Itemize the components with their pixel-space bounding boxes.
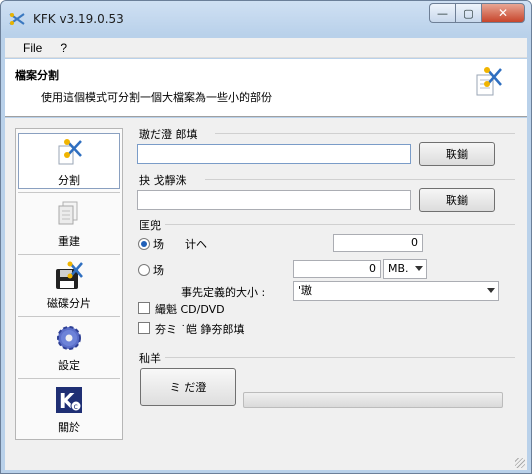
menu-file[interactable]: File bbox=[23, 41, 42, 55]
preset-size-select[interactable]: '璈 bbox=[293, 281, 499, 301]
chevron-down-icon bbox=[415, 266, 423, 271]
main-body: 分割 重建 磁碟分片 設定 K c 關於 璈だ澄 郎填 聅鎆 抉 戈靜洙 聅鎆 … bbox=[5, 118, 527, 452]
resize-grip-icon[interactable] bbox=[515, 458, 525, 468]
menu-help[interactable]: ? bbox=[60, 41, 67, 55]
group-divider bbox=[215, 133, 515, 134]
window-title: KFK v3.19.0.53 bbox=[33, 12, 124, 26]
sidebar-item-label: 重建 bbox=[58, 235, 80, 248]
destination-folder-label: 抉 戈靜洙 bbox=[139, 174, 187, 187]
gear-icon bbox=[57, 326, 81, 350]
size-unit-select[interactable]: MB. bbox=[383, 259, 427, 279]
split-by-size-label: 场 bbox=[153, 264, 164, 277]
split-by-count-radio[interactable] bbox=[138, 238, 150, 250]
page-title: 檔案分割 bbox=[15, 69, 59, 82]
scissors-app-icon bbox=[9, 13, 25, 25]
chevron-down-icon bbox=[487, 288, 495, 293]
maximize-button[interactable]: ▢ bbox=[455, 3, 481, 23]
browse-destination-button[interactable]: 聅鎆 bbox=[419, 188, 495, 212]
about-icon: K c bbox=[56, 387, 82, 413]
scissors-icon bbox=[58, 139, 82, 165]
sidebar-item-rebuild[interactable]: 重建 bbox=[18, 195, 120, 251]
cd-dvd-checkbox[interactable] bbox=[138, 302, 150, 314]
svg-text:c: c bbox=[74, 402, 78, 411]
split-by-count-label: 场 bbox=[153, 238, 164, 251]
menu-bar: File ? bbox=[5, 38, 527, 58]
status-bar bbox=[5, 452, 527, 470]
app-window: KFK v3.19.0.53 — ▢ ✕ File ? 檔案分割 使用這個模式可… bbox=[0, 0, 532, 474]
sidebar-item-split[interactable]: 分割 bbox=[18, 133, 120, 189]
run-group-label: 秈羊 bbox=[139, 352, 161, 365]
header-panel: 檔案分割 使用這個模式可分割一個大檔案為一些小的部份 bbox=[5, 59, 527, 117]
split-progress-bar bbox=[243, 392, 503, 408]
sidebar-item-label: 磁碟分片 bbox=[47, 297, 91, 310]
maximize-icon: ▢ bbox=[463, 6, 474, 20]
split-file-icon bbox=[476, 67, 502, 96]
sidebar-item-about[interactable]: K c 關於 bbox=[18, 381, 120, 437]
size-unit-value: MB. bbox=[388, 262, 409, 275]
sidebar-item-disk-split[interactable]: 磁碟分片 bbox=[18, 257, 120, 313]
part-size-input[interactable]: 0 bbox=[293, 260, 381, 278]
delete-original-checkbox[interactable] bbox=[138, 322, 150, 334]
sidebar-divider bbox=[18, 316, 120, 317]
delete-original-label: 夯ミ ˙皑 錚夯郎填 bbox=[155, 323, 245, 336]
source-file-label: 璈だ澄 郎填 bbox=[139, 128, 198, 141]
destination-folder-input[interactable] bbox=[137, 190, 411, 210]
sidebar-item-label: 分割 bbox=[58, 174, 80, 187]
group-divider bbox=[165, 224, 515, 225]
close-icon: ✕ bbox=[497, 6, 509, 20]
split-by-count-sublabel: 计ヘ bbox=[185, 238, 207, 251]
sidebar-item-settings[interactable]: 設定 bbox=[18, 319, 120, 375]
sidebar-divider bbox=[18, 192, 120, 193]
floppy-icon bbox=[56, 261, 83, 289]
minimize-button[interactable]: — bbox=[429, 3, 455, 23]
window-controls: — ▢ ✕ bbox=[429, 3, 525, 23]
close-button[interactable]: ✕ bbox=[481, 3, 525, 23]
sidebar-item-label: 關於 bbox=[58, 421, 80, 434]
group-divider bbox=[205, 179, 515, 180]
rebuild-icon bbox=[58, 201, 78, 225]
content-panel: 璈だ澄 郎填 聅鎆 抉 戈靜洙 聅鎆 匡兜 场 计ヘ 0 场 0 MB. 事先定… bbox=[129, 118, 523, 452]
preset-size-value: '璈 bbox=[298, 284, 313, 297]
sidebar: 分割 重建 磁碟分片 設定 K c 關於 bbox=[15, 128, 123, 440]
title-bar[interactable]: KFK v3.19.0.53 — ▢ ✕ bbox=[1, 1, 531, 35]
sidebar-divider bbox=[18, 378, 120, 379]
options-group-label: 匡兜 bbox=[139, 219, 161, 232]
split-by-size-radio[interactable] bbox=[138, 264, 150, 276]
minimize-icon: — bbox=[437, 6, 448, 20]
cd-dvd-label: 繓魁 CD/DVD bbox=[155, 303, 225, 316]
sidebar-divider bbox=[18, 254, 120, 255]
part-count-input[interactable]: 0 bbox=[333, 234, 423, 252]
preset-size-label: 事先定義的大小 : bbox=[181, 286, 266, 299]
sidebar-item-label: 設定 bbox=[58, 359, 80, 372]
page-description: 使用這個模式可分割一個大檔案為一些小的部份 bbox=[41, 91, 272, 104]
start-split-button[interactable]: ミ だ澄 bbox=[140, 368, 236, 406]
source-file-input[interactable] bbox=[137, 144, 411, 164]
browse-source-button[interactable]: 聅鎆 bbox=[419, 142, 495, 166]
group-divider bbox=[165, 357, 515, 358]
